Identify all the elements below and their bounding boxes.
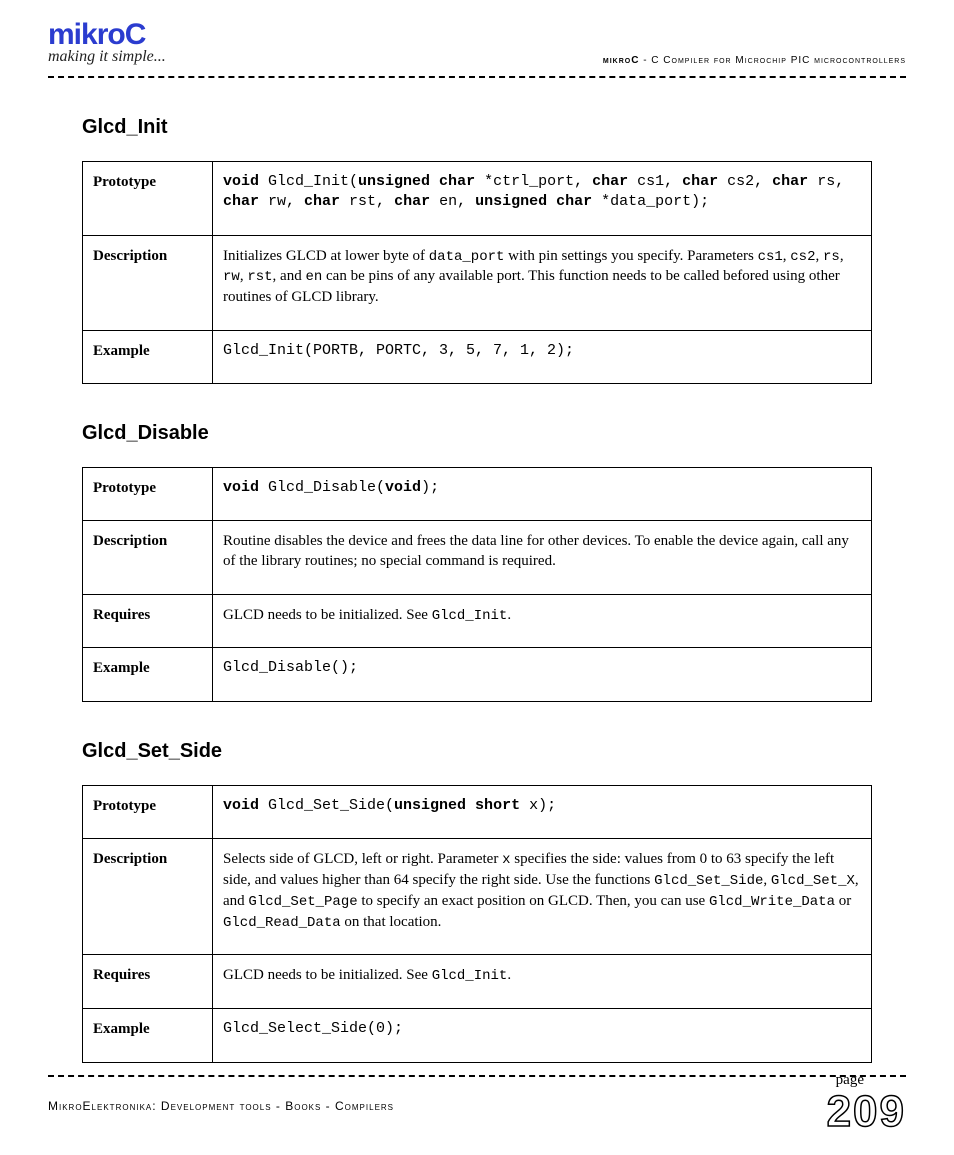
row-label: Example <box>83 648 213 701</box>
table-glcd-set-side: Prototype void Glcd_Set_Side(unsigned sh… <box>82 785 872 1063</box>
table-row: Example Glcd_Init(PORTB, PORTC, 3, 5, 7,… <box>83 330 872 383</box>
row-label: Requires <box>83 594 213 648</box>
page-number: 209 <box>827 1087 906 1137</box>
row-label: Prototype <box>83 162 213 236</box>
row-label: Description <box>83 521 213 595</box>
row-value-requires: GLCD needs to be initialized. See Glcd_I… <box>213 594 872 648</box>
table-row: Example Glcd_Select_Side(0); <box>83 1009 872 1062</box>
header-desc: - C Compiler for Microchip PIC microcont… <box>639 55 906 66</box>
row-value-prototype: void Glcd_Set_Side(unsigned short x); <box>213 785 872 838</box>
page-header: mikroC making it simple... mikroC - C Co… <box>48 20 906 76</box>
row-label: Example <box>83 1009 213 1062</box>
table-glcd-init: Prototype void Glcd_Init(unsigned char *… <box>82 161 872 384</box>
row-value-example: Glcd_Select_Side(0); <box>213 1009 872 1062</box>
header-brand: mikroC <box>603 55 640 66</box>
table-row: Requires GLCD needs to be initialized. S… <box>83 594 872 648</box>
table-row: Prototype void Glcd_Disable(void); <box>83 467 872 520</box>
table-row: Prototype void Glcd_Init(unsigned char *… <box>83 162 872 236</box>
row-label: Prototype <box>83 467 213 520</box>
row-value-prototype: void Glcd_Disable(void); <box>213 467 872 520</box>
row-value-example: Glcd_Disable(); <box>213 648 872 701</box>
table-row: Description Selects side of GLCD, left o… <box>83 838 872 955</box>
table-row: Description Initializes GLCD at lower by… <box>83 235 872 330</box>
row-value-description: Selects side of GLCD, left or right. Par… <box>213 838 872 955</box>
table-glcd-disable: Prototype void Glcd_Disable(void); Descr… <box>82 467 872 702</box>
table-row: Requires GLCD needs to be initialized. S… <box>83 955 872 1009</box>
page-content: Glcd_Init Prototype void Glcd_Init(unsig… <box>48 116 906 1063</box>
table-row: Description Routine disables the device … <box>83 521 872 595</box>
section-title-glcd-disable: Glcd_Disable <box>82 422 872 445</box>
row-value-description: Routine disables the device and frees th… <box>213 521 872 595</box>
row-label: Description <box>83 838 213 955</box>
row-value-example: Glcd_Init(PORTB, PORTC, 3, 5, 7, 1, 2); <box>213 330 872 383</box>
table-row: Example Glcd_Disable(); <box>83 648 872 701</box>
row-value-prototype: void Glcd_Init(unsigned char *ctrl_port,… <box>213 162 872 236</box>
row-label: Prototype <box>83 785 213 838</box>
row-label: Description <box>83 235 213 330</box>
footer-divider <box>48 1075 906 1077</box>
footer-text: MikroElektronika: Development tools - Bo… <box>48 1099 394 1113</box>
header-subtitle: mikroC - C Compiler for Microchip PIC mi… <box>603 55 906 66</box>
row-label: Requires <box>83 955 213 1009</box>
section-title-glcd-set-side: Glcd_Set_Side <box>82 740 872 763</box>
section-title-glcd-init: Glcd_Init <box>82 116 872 139</box>
row-label: Example <box>83 330 213 383</box>
row-value-description: Initializes GLCD at lower byte of data_p… <box>213 235 872 330</box>
table-row: Prototype void Glcd_Set_Side(unsigned sh… <box>83 785 872 838</box>
row-value-requires: GLCD needs to be initialized. See Glcd_I… <box>213 955 872 1009</box>
logo: mikroC <box>48 20 906 50</box>
header-divider <box>48 76 906 78</box>
